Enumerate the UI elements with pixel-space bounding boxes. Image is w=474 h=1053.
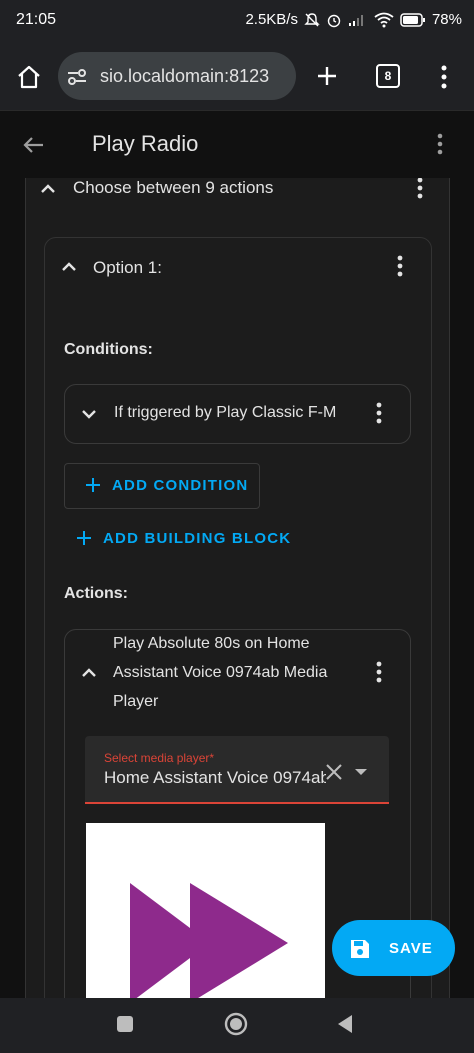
signal-icon bbox=[348, 13, 368, 27]
condition-menu-icon[interactable] bbox=[371, 401, 387, 427]
new-tab-icon[interactable] bbox=[315, 64, 339, 88]
net-speed: 2.5KB/s bbox=[245, 11, 298, 28]
home-nav-icon[interactable] bbox=[224, 1012, 248, 1036]
dropdown-arrow-icon[interactable] bbox=[354, 767, 368, 777]
mute-icon bbox=[304, 12, 320, 28]
recents-icon[interactable] bbox=[116, 1015, 134, 1033]
save-icon[interactable] bbox=[348, 937, 372, 961]
add-building-block-plus-icon[interactable] bbox=[76, 530, 92, 546]
collapse-chevron-icon[interactable] bbox=[38, 179, 58, 199]
system-nav-bar bbox=[0, 998, 474, 1053]
clear-icon[interactable] bbox=[325, 763, 343, 781]
option-label[interactable]: Option 1: bbox=[93, 258, 162, 278]
tab-switcher-icon[interactable]: 8 bbox=[376, 64, 400, 88]
overflow-menu-icon[interactable] bbox=[436, 64, 452, 90]
url-text[interactable]: sio.localdomain:8123 bbox=[100, 66, 269, 87]
action-menu-icon[interactable] bbox=[371, 660, 387, 686]
media-player-image bbox=[86, 823, 325, 998]
status-right: 2.5KB/s 78% bbox=[245, 11, 462, 28]
site-settings-icon[interactable] bbox=[66, 68, 88, 86]
status-bar: 21:05 2.5KB/s 78% bbox=[0, 0, 474, 44]
condition-label[interactable]: If triggered by Play Classic F-M bbox=[114, 404, 336, 422]
conditions-heading: Conditions: bbox=[64, 341, 153, 358]
add-condition-label[interactable]: ADD CONDITION bbox=[112, 477, 248, 494]
save-label[interactable]: SAVE bbox=[389, 940, 433, 957]
choose-menu-icon[interactable] bbox=[412, 178, 428, 202]
add-building-block-button[interactable]: ADD BUILDING BLOCK bbox=[103, 530, 291, 547]
media-player-label: Select media player* bbox=[104, 751, 215, 765]
page-title: Play Radio bbox=[92, 131, 199, 156]
browser-toolbar: sio.localdomain:8123 8 bbox=[0, 44, 474, 110]
media-player-value[interactable]: Home Assistant Voice 0974ab bbox=[104, 768, 326, 788]
fast-forward-icon bbox=[130, 883, 288, 998]
option-chevron-icon[interactable] bbox=[59, 257, 79, 277]
app-header: Play Radio bbox=[0, 110, 474, 179]
alarm-icon bbox=[326, 12, 342, 28]
option-menu-icon[interactable] bbox=[392, 254, 408, 280]
action-title[interactable]: Play Absolute 80s on Home Assistant Voic… bbox=[113, 629, 363, 716]
editor-content: Choose between 9 actions Option 1: Condi… bbox=[0, 178, 474, 998]
home-icon[interactable] bbox=[16, 64, 42, 90]
back-arrow-icon[interactable] bbox=[22, 133, 46, 157]
battery-level: 78% bbox=[431, 11, 462, 28]
condition-expand-icon[interactable] bbox=[79, 404, 99, 424]
actions-heading: Actions: bbox=[64, 585, 128, 602]
battery-icon bbox=[400, 12, 426, 27]
wifi-icon bbox=[374, 12, 394, 28]
add-condition-plus-icon[interactable] bbox=[85, 477, 101, 493]
status-time: 21:05 bbox=[16, 11, 57, 28]
back-nav-icon[interactable] bbox=[336, 1014, 354, 1034]
choose-actions-label[interactable]: Choose between 9 actions bbox=[73, 178, 273, 198]
action-collapse-icon[interactable] bbox=[79, 663, 99, 683]
header-menu-icon[interactable] bbox=[432, 131, 448, 157]
